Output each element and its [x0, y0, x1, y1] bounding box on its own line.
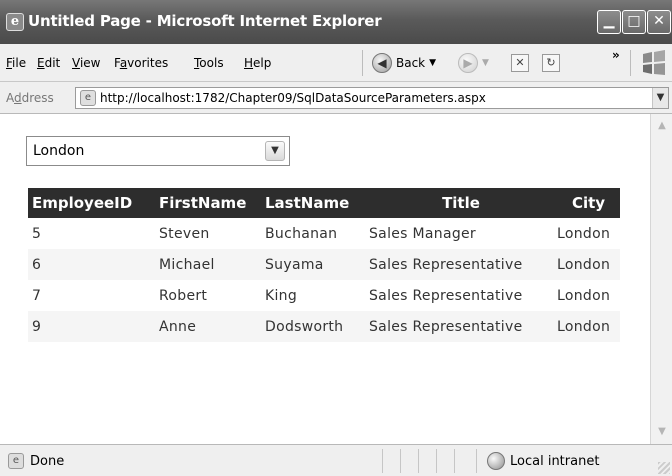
address-label: Address [6, 91, 54, 105]
address-label-rest: dress [21, 91, 54, 105]
status-text: Done [30, 454, 65, 469]
column-header-employeeid: EmployeeID [28, 188, 155, 218]
column-header-firstname: FirstName [155, 188, 261, 218]
menu-tools[interactable]: Tools [194, 56, 224, 70]
column-header-city: City [553, 188, 620, 218]
toolbar-divider-right [630, 50, 631, 76]
table-row: 9 Anne Dodsworth Sales Representative Lo… [28, 311, 620, 342]
security-zone-label: Local intranet [510, 454, 600, 469]
menu-view-label: iew [79, 56, 101, 70]
refresh-icon: ↻ [542, 54, 560, 72]
address-label-accel: d [14, 91, 22, 105]
menu-view[interactable]: View [72, 56, 100, 70]
cell-city: London [553, 311, 620, 342]
menu-help[interactable]: Help [244, 56, 271, 70]
cell-city: London [557, 225, 611, 242]
back-arrow-icon: ◀ [372, 53, 392, 73]
table-header-row: EmployeeID FirstName LastName Title City [28, 188, 620, 218]
cell-title: Sales Representative [369, 287, 523, 304]
status-divider [400, 449, 401, 473]
windows-logo-icon [643, 50, 665, 75]
table-row: 6 Michael Suyama Sales Representative Lo… [28, 249, 620, 280]
city-dropdown[interactable]: London ▼ [26, 136, 290, 166]
back-dropdown-icon[interactable]: ▼ [429, 58, 436, 68]
cell-employeeid: 5 [32, 225, 42, 242]
menu-edit[interactable]: Edit [37, 56, 60, 70]
menu-edit-accel: E [37, 56, 45, 70]
status-divider [436, 449, 437, 473]
column-header-lastname: LastName [261, 188, 365, 218]
back-button[interactable]: ◀ Back ▼ [372, 52, 436, 74]
menu-view-accel: V [72, 56, 80, 70]
local-intranet-icon [487, 452, 505, 470]
cell-firstname: Michael [155, 249, 261, 280]
stop-button[interactable]: ✕ [511, 52, 529, 74]
forward-arrow-icon: ▶ [458, 53, 478, 73]
menu-help-label: elp [253, 56, 272, 70]
address-input[interactable]: e http://localhost:1782/Chapter09/SqlDat… [75, 87, 669, 109]
forward-dropdown-icon[interactable]: ▼ [482, 58, 489, 68]
status-divider [454, 449, 455, 473]
cell-title: Sales Representative [365, 311, 553, 342]
chevron-down-icon[interactable]: ▼ [265, 141, 285, 161]
status-bar: e Done Local intranet [0, 444, 672, 476]
cell-lastname: King [265, 287, 298, 304]
employees-grid: EmployeeID FirstName LastName Title City… [28, 188, 620, 342]
vertical-scrollbar[interactable]: ▲ ▼ [650, 114, 672, 444]
address-url: http://localhost:1782/Chapter09/SqlDataS… [100, 91, 486, 105]
scroll-down-icon[interactable]: ▼ [654, 424, 670, 440]
cell-city: London [557, 287, 611, 304]
back-label: Back [396, 56, 426, 70]
menu-tools-label: ools [199, 56, 224, 70]
maximize-button[interactable]: □ [622, 10, 646, 34]
address-bar: Address e http://localhost:1782/Chapter0… [0, 82, 672, 114]
cell-title: Sales Representative [365, 249, 553, 280]
table-row: 5 Steven Buchanan Sales Manager London [28, 218, 620, 249]
cell-firstname: Steven [159, 225, 210, 242]
stop-icon: ✕ [511, 54, 529, 72]
city-dropdown-value: London [33, 143, 85, 159]
resize-grip[interactable] [658, 462, 670, 474]
menu-bar: File Edit View Favorites Tools Help ◀ Ba… [0, 44, 672, 82]
done-page-icon: e [8, 453, 24, 469]
table-row: 7 Robert King Sales Representative Londo… [28, 280, 620, 311]
toolbar-divider [362, 50, 363, 76]
minimize-button[interactable]: ▁ [597, 10, 621, 34]
cell-firstname: Anne [155, 311, 261, 342]
status-divider [418, 449, 419, 473]
menu-favorites-label: vorites [127, 56, 169, 70]
menu-help-accel: H [244, 56, 254, 70]
refresh-button[interactable]: ↻ [542, 52, 560, 74]
menu-file[interactable]: File [6, 56, 26, 70]
menu-file-label: ile [12, 56, 27, 70]
page-content: London ▼ EmployeeID FirstName LastName T… [0, 114, 650, 444]
cell-lastname: Dodsworth [261, 311, 365, 342]
page-icon: e [80, 90, 96, 106]
status-divider [382, 449, 383, 473]
cell-lastname: Suyama [261, 249, 365, 280]
window-title: Untitled Page - Microsoft Internet Explo… [28, 12, 382, 30]
scroll-up-icon[interactable]: ▲ [654, 118, 670, 134]
menu-favorites[interactable]: Favorites [114, 56, 168, 70]
cell-employeeid: 6 [28, 249, 155, 280]
column-header-title: Title [365, 188, 553, 218]
cell-firstname: Robert [159, 287, 208, 304]
close-button[interactable]: ✕ [647, 10, 671, 34]
cell-employeeid: 9 [28, 311, 155, 342]
forward-button[interactable]: ▶ ▼ [458, 52, 489, 74]
cell-city: London [553, 249, 620, 280]
address-dropdown-icon[interactable]: ▼ [652, 88, 668, 108]
cell-employeeid: 7 [32, 287, 42, 304]
title-bar[interactable]: e Untitled Page - Microsoft Internet Exp… [0, 0, 672, 44]
cell-lastname: Buchanan [265, 225, 338, 242]
ie-page-icon: e [6, 13, 24, 31]
status-divider [476, 449, 477, 473]
menu-edit-label: dit [44, 56, 61, 70]
cell-title: Sales Manager [369, 225, 476, 242]
address-label-pre: A [6, 91, 14, 105]
toolbar-overflow-chevron[interactable]: » [612, 48, 620, 62]
